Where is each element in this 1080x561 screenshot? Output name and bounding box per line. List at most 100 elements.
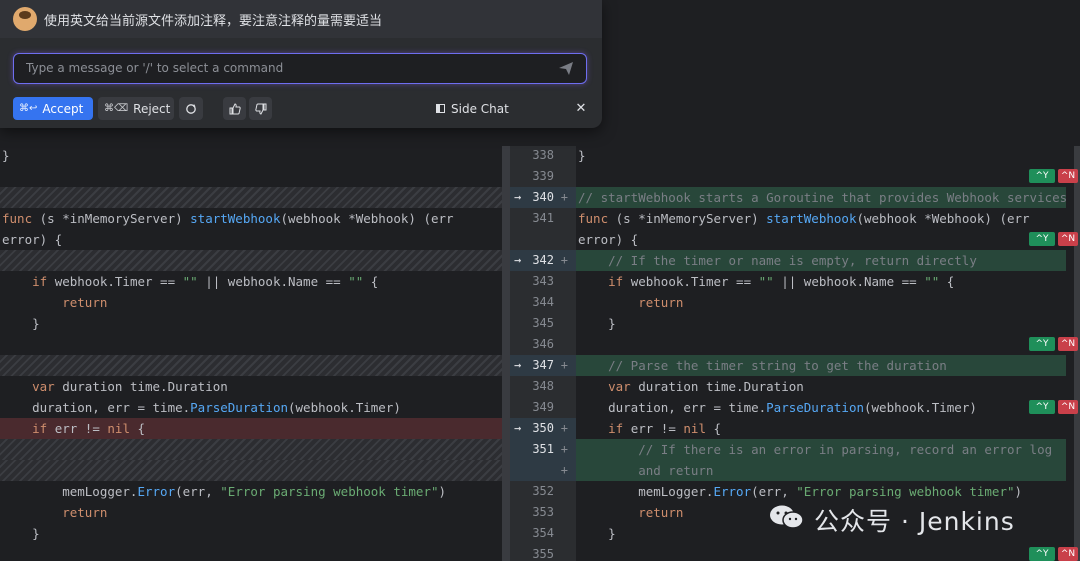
code-line: if err != nil { [608,421,722,436]
modified-code-pane[interactable]: } // startWebhook starts a Goroutine that… [576,146,1080,561]
code-line: error) { [578,232,639,247]
code-line: } [2,526,40,541]
arrow-right-icon[interactable]: → [514,187,521,208]
code-line: } [578,148,586,163]
code-line: func (s *inMemoryServer) startWebhook(we… [2,211,454,226]
user-avatar-icon [13,7,37,31]
line-number [510,229,576,250]
arrow-right-icon[interactable]: → [514,250,521,271]
accept-button[interactable]: ⌘↩ Accept [13,97,93,120]
empty-diff-placeholder [0,355,502,376]
added-code-line: // If there is an error in parsing, reco… [576,439,1066,460]
thumbs-up-icon[interactable] [223,97,246,120]
code-line: return [62,505,108,520]
accept-hunk-button[interactable]: ^Y [1029,232,1055,246]
arrow-right-icon[interactable]: → [514,418,521,439]
code-line: func (s *inMemoryServer) startWebhook(we… [578,211,1030,226]
accept-hunk-button[interactable]: ^Y [1029,400,1055,414]
send-icon[interactable] [558,60,574,76]
line-number: 355 [532,547,554,561]
code-line: if webhook.Timer == "" || webhook.Name =… [32,274,379,289]
removed-code-line: if err != nil { [0,418,502,439]
accept-shortcut: ⌘↩ [19,103,38,114]
code-line: } [2,316,40,331]
line-number: 344 [532,295,554,309]
line-number: → 347 + [510,355,576,376]
line-number: 339 [532,169,554,183]
code-line: } [2,148,10,163]
wechat-icon [770,505,804,529]
code-line: if webhook.Timer == "" || webhook.Name =… [608,274,955,289]
chat-header: 使用英文给当前源文件添加注释，要注意注释的量需要适当 [0,0,602,38]
regenerate-icon[interactable] [179,97,203,120]
avatar-figure [19,11,31,19]
added-code-line: // If the timer or name is empty, return… [576,250,1066,271]
line-number: 349 [532,400,554,414]
reject-hunk-button[interactable]: ^N [1058,400,1078,414]
line-number: 354 [532,526,554,540]
line-number: 353 [532,505,554,519]
line-number: → 350 + [510,418,576,439]
line-number-gutter: 338 339 → 340 + 341 → 342 + 343 344 345 346 → 347 + 348 3… [510,146,576,561]
accept-hunk-button[interactable]: ^Y [1029,169,1055,183]
accept-hunk-button[interactable]: ^Y [1029,337,1055,351]
line-number: 338 [532,148,554,162]
code-line: error) { [2,232,63,247]
chat-message-input[interactable] [26,61,526,75]
reject-button[interactable]: ⌘⌫ Reject [98,97,174,120]
code-line: var duration time.Duration [32,379,228,394]
line-number: 345 [532,316,554,330]
original-code-pane[interactable]: } func (s *inMemoryServer) startWebhook(w… [0,146,502,561]
reject-shortcut: ⌘⌫ [104,103,129,114]
watermark-text: 公众号 · Jenkins [814,507,1015,536]
added-code-line: // startWebhook starts a Goroutine that … [576,187,1067,208]
reject-label: Reject [133,101,171,116]
empty-diff-placeholder [0,460,502,481]
line-number: → 340 + [510,187,576,208]
code-line: duration, err = time.ParseDuration(webho… [2,400,401,415]
arrow-right-icon[interactable]: → [514,355,521,376]
side-chat-button[interactable]: Side Chat [436,97,510,120]
empty-diff-placeholder [0,250,502,271]
line-number: 346 [532,337,554,351]
code-line: memLogger.Error(err, "Error parsing webh… [578,484,1023,499]
accept-label: Accept [42,101,84,116]
code-line: duration, err = time.ParseDuration(webho… [578,400,977,415]
line-number: + [510,460,576,481]
line-number: 352 [532,484,554,498]
line-number: 343 [532,274,554,288]
empty-diff-placeholder [0,439,502,460]
scrollbar[interactable] [1074,146,1080,561]
ai-chat-panel: 使用英文给当前源文件添加注释，要注意注释的量需要适当 ⌘↩ Accept ⌘⌫ … [0,0,602,128]
reject-hunk-button[interactable]: ^N [1058,169,1078,183]
accept-hunk-button[interactable]: ^Y [1029,547,1055,561]
code-line: memLogger.Error(err, "Error parsing webh… [2,484,447,499]
reject-hunk-button[interactable]: ^N [1058,547,1078,561]
code-line: var duration time.Duration [608,379,804,394]
side-panel-icon [436,104,445,113]
line-number: → 342 + [510,250,576,271]
user-prompt-text: 使用英文给当前源文件添加注释，要注意注释的量需要适当 [44,14,383,29]
reject-hunk-button[interactable]: ^N [1058,337,1078,351]
line-number: 341 [532,211,554,225]
chat-input-box[interactable] [13,53,587,84]
thumbs-down-icon[interactable] [249,97,272,120]
code-line: } [578,316,616,331]
diff-divider [502,146,510,561]
added-code-line: // Parse the timer string to get the dur… [576,355,1066,376]
code-line: return [638,295,684,310]
close-icon[interactable]: ✕ [574,97,588,120]
empty-diff-placeholder [0,187,502,208]
line-number: 351 + [510,439,576,460]
reject-hunk-button[interactable]: ^N [1058,232,1078,246]
code-line: return [62,295,108,310]
added-code-line: and return [576,460,1066,481]
side-chat-label: Side Chat [451,101,509,116]
line-number: 348 [532,379,554,393]
